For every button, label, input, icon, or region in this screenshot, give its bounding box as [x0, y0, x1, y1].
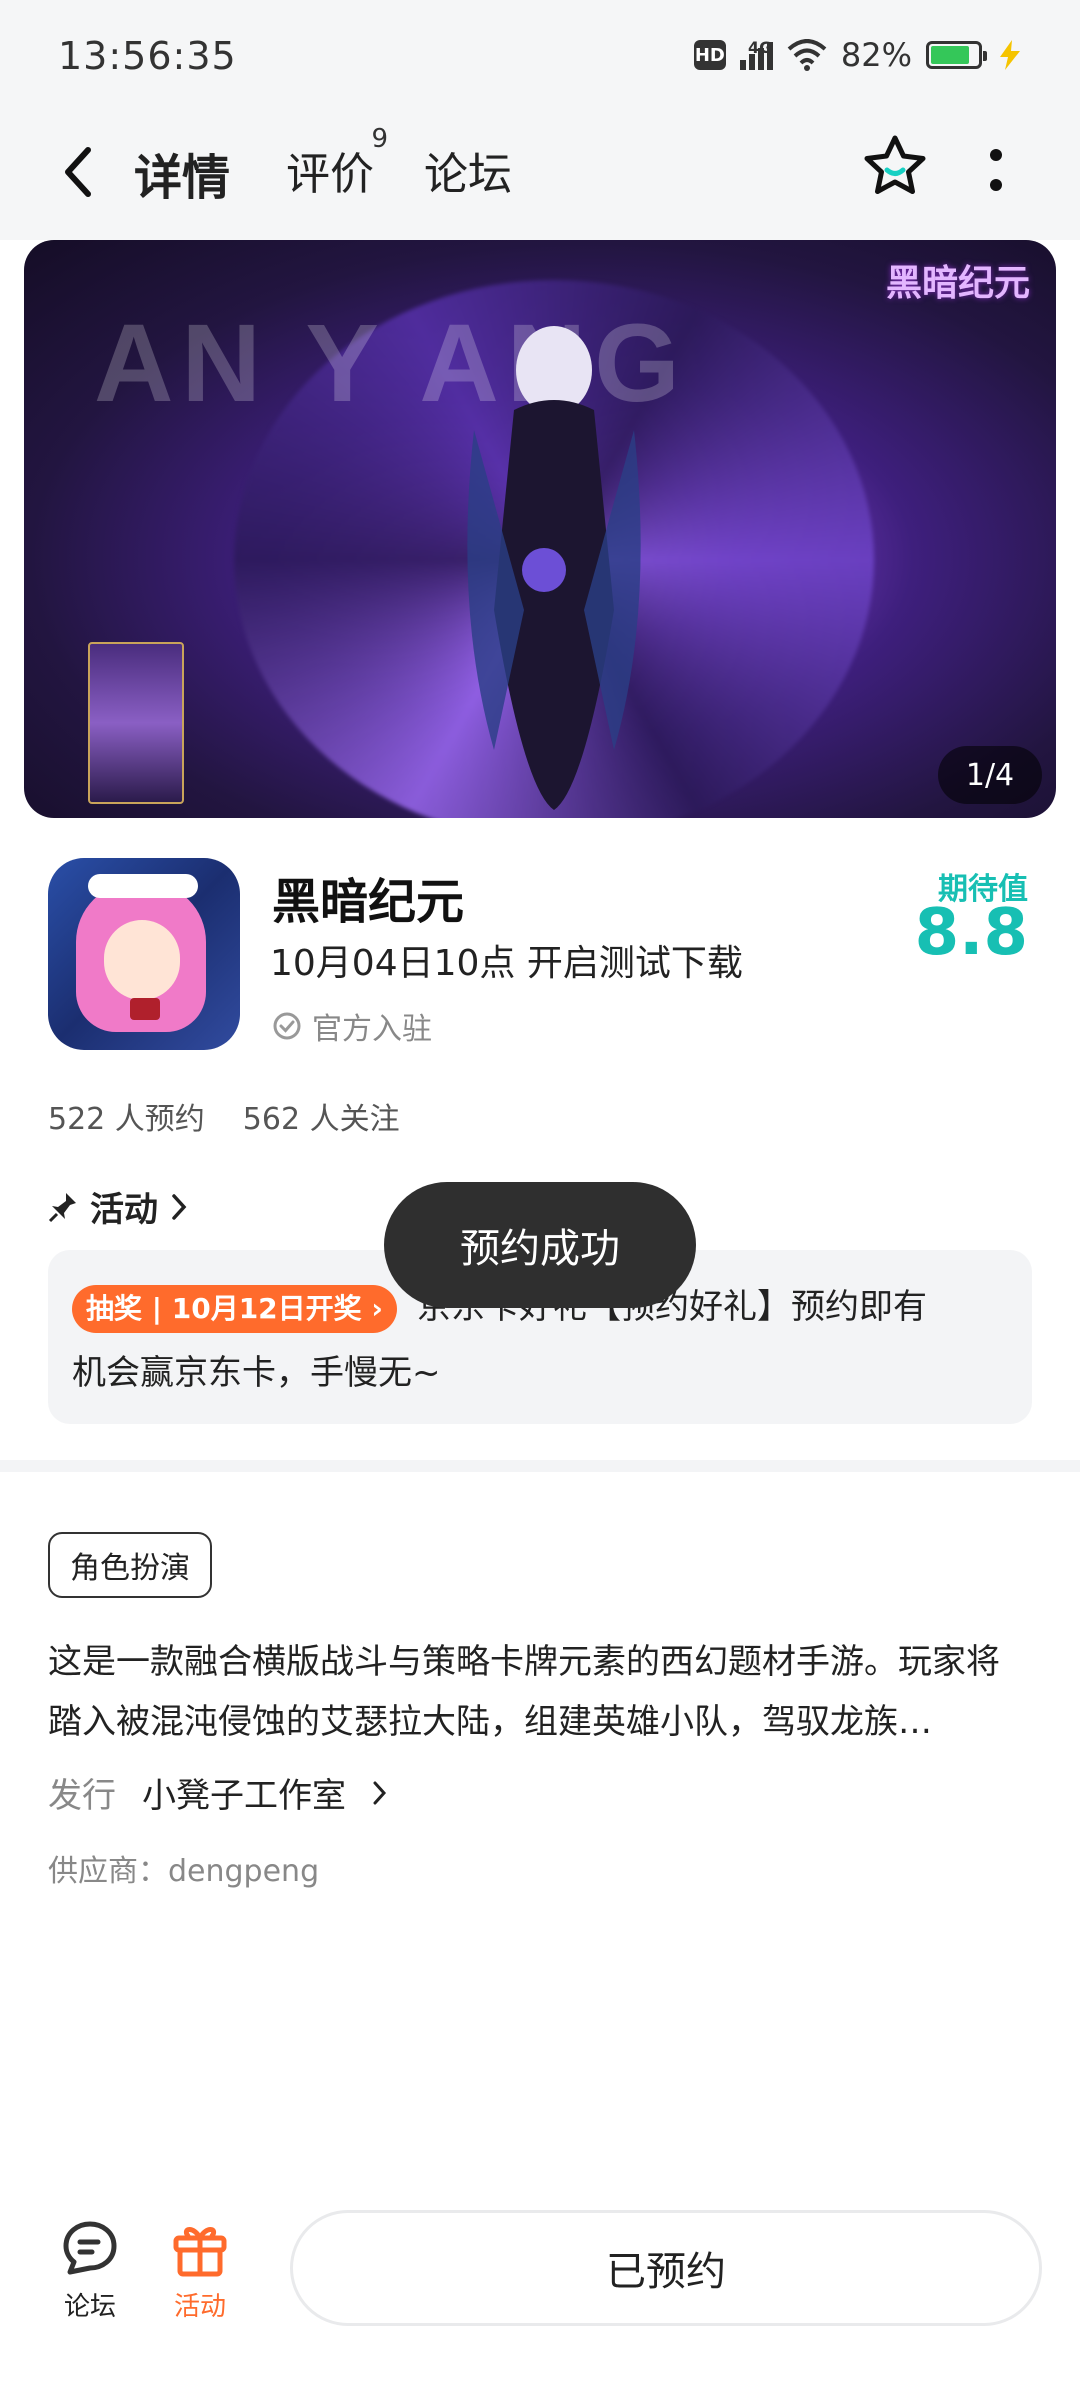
toast-message: 预约成功 [384, 1182, 696, 1308]
media-carousel[interactable]: AN Y ANG 黑暗纪元 1/4 [24, 240, 1056, 818]
verified-check-icon [273, 1012, 301, 1040]
signal-icon [739, 40, 773, 70]
tab-reviews-label: 评价 [286, 149, 374, 200]
bottom-forum-label: 论坛 [63, 2292, 116, 2322]
game-logo: 黑暗纪元 [885, 263, 1030, 304]
battery-icon [926, 41, 987, 69]
bottom-activity-label: 活动 [173, 2292, 226, 2322]
official-badge: 官方入驻 [272, 1004, 432, 1048]
favorite-star-icon[interactable] [860, 132, 930, 202]
game-test-date: 10月04日10点 开启测试下载 [270, 943, 743, 984]
activity-title: 活动 [90, 1190, 158, 1230]
game-stats: 522 人预约 562 人关注 [48, 1094, 400, 1138]
reservation-count: 522 人预约 [48, 1102, 205, 1137]
tab-details-label: 详情 [134, 150, 231, 206]
official-label: 官方入驻 [312, 1012, 432, 1047]
follower-count: 562 人关注 [242, 1102, 400, 1137]
expectation-score: 8.8 [914, 896, 1028, 970]
status-bar: 13:56:35 4G HD 82% [0, 0, 1080, 118]
forum-chat-icon [63, 2221, 117, 2275]
game-title: 黑暗纪元 [272, 874, 465, 930]
dot-icon [990, 179, 1002, 191]
supplier-text: 供应商：dengpeng [48, 1854, 320, 1889]
activity-header[interactable]: 活动 [48, 1182, 188, 1231]
tab-reviews[interactable]: 评价 9 [286, 124, 388, 202]
top-nav: 详情 评价 9 论坛 [0, 118, 1080, 240]
tab-forum-label: 论坛 [424, 149, 512, 200]
genre-tag[interactable]: 角色扮演 [48, 1532, 212, 1598]
carousel-counter: 1/4 [938, 746, 1042, 804]
chevron-right-icon [373, 1781, 387, 1804]
reserved-button[interactable]: 已预约 [290, 2210, 1042, 2326]
status-time: 13:56:35 [58, 34, 237, 78]
publisher-name: 小凳子工作室 [142, 1776, 346, 1816]
chevron-left-icon [65, 147, 91, 197]
game-icon [48, 858, 240, 1050]
activity-text-2: 机会赢京东卡，手慢无~ [72, 1353, 441, 1393]
game-description[interactable]: 这是一款融合横版战斗与策略卡牌元素的西幻题材手游。玩家将踏入被混沌侵蚀的艾瑟拉大… [48, 1632, 1032, 1752]
character-art [467, 326, 641, 810]
bottom-forum-button[interactable]: 论坛 [58, 2216, 122, 2323]
dot-icon [990, 149, 1002, 161]
wifi-icon [787, 39, 827, 71]
publisher-label: 发行 [48, 1776, 116, 1816]
bottom-activity-button[interactable]: 活动 [168, 2216, 232, 2323]
charging-icon [1000, 40, 1020, 70]
section-divider [0, 1460, 1080, 1472]
publisher-row[interactable]: 发行 小凳子工作室 [48, 1768, 388, 1817]
tab-forum[interactable]: 论坛 [424, 138, 512, 202]
bottom-action-bar: 论坛 活动 已预约 [0, 2180, 1080, 2400]
video-thumbnail[interactable] [88, 642, 184, 804]
lottery-tag[interactable]: 抽奖 | 10月12日开奖 › [72, 1284, 397, 1333]
gift-icon [173, 2227, 227, 2277]
hd-icon: HD [693, 40, 726, 70]
battery-percent: 82% [840, 36, 912, 74]
tab-details[interactable]: 详情 [130, 138, 235, 208]
pin-icon [48, 1192, 76, 1222]
review-count: 9 [371, 124, 388, 154]
back-button[interactable] [52, 142, 102, 202]
chevron-right-icon [172, 1193, 187, 1220]
more-options-button[interactable] [972, 140, 1020, 200]
